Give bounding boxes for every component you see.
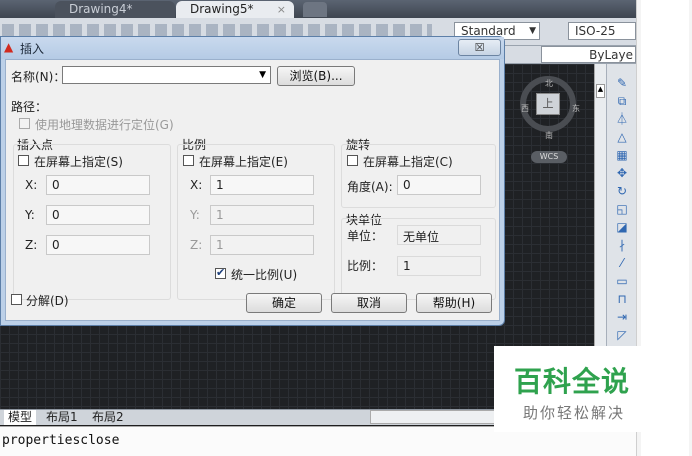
path-label: 路径：: [11, 100, 48, 114]
insertion-onscreen-label: 在屏幕上指定(S): [34, 155, 123, 169]
tab-label: Drawing5*: [190, 2, 254, 16]
trim-icon[interactable]: ∤: [615, 238, 629, 252]
uniform-scale-label: 统一比例(U): [231, 268, 298, 282]
unit-label: 单位：: [347, 229, 384, 243]
insertion-x-label: X:: [25, 178, 38, 192]
dialog-body: 名称(N)： ▼ 浏览(B)... 路径： 使用地理数据进行定位(G) 插入点 …: [5, 59, 500, 321]
scale-x-label: X:: [190, 178, 203, 192]
chamfer-icon[interactable]: ⇥: [615, 310, 629, 324]
autocad-logo-icon: ▲: [4, 40, 14, 54]
insertion-x-field[interactable]: 0: [46, 175, 150, 195]
document-tab-bar: Drawing4* Drawing5* ×: [0, 0, 636, 18]
tab-drawing5[interactable]: Drawing5* ×: [176, 1, 294, 18]
tab-label: Drawing4*: [69, 2, 133, 16]
join-icon[interactable]: ⊓: [615, 292, 629, 306]
insertion-y-field[interactable]: 0: [46, 205, 150, 225]
cancel-button[interactable]: 取消: [331, 293, 407, 313]
scroll-up-icon[interactable]: ▲: [596, 84, 605, 98]
angle-field[interactable]: 0: [397, 175, 481, 195]
scale-y-field[interactable]: 1: [210, 205, 314, 225]
watermark-title: 百科全说: [514, 365, 631, 398]
browse-button[interactable]: 浏览(B)...: [277, 66, 355, 86]
insert-dialog: ▲ 插入 ☒ 名称(N)： ▼ 浏览(B)... 路径： 使用地理数据进行定位(…: [0, 36, 505, 326]
rotate-icon[interactable]: ↻: [615, 184, 629, 198]
factor-label: 比例：: [347, 259, 384, 273]
chevron-down-icon: ▼: [529, 26, 536, 36]
unit-value: 无单位: [397, 225, 481, 245]
break-icon[interactable]: ▭: [615, 274, 629, 288]
properties-toolbar: ByLaye: [505, 46, 636, 64]
geo-label: 使用地理数据进行定位(G): [35, 118, 174, 132]
insertion-onscreen-checkbox[interactable]: [18, 155, 29, 166]
viewcube-north[interactable]: 北: [545, 78, 553, 89]
scale-onscreen-label: 在屏幕上指定(E): [199, 155, 288, 169]
help-button[interactable]: 帮助(H): [416, 293, 492, 313]
move-icon[interactable]: ✥: [615, 166, 629, 180]
dialog-title: 插入: [20, 42, 45, 56]
scale-x-field[interactable]: 1: [210, 175, 314, 195]
scale-onscreen-checkbox[interactable]: [183, 155, 194, 166]
name-label: 名称(N)：: [11, 70, 66, 84]
rotation-onscreen-checkbox[interactable]: [347, 155, 358, 166]
viewcube-face[interactable]: 上: [536, 93, 560, 115]
wcs-menu[interactable]: WCS: [531, 151, 567, 163]
copy-icon[interactable]: ⧉: [615, 94, 629, 108]
close-button[interactable]: ☒: [458, 39, 501, 56]
angle-label: 角度(A):: [347, 180, 393, 194]
geo-checkbox[interactable]: [19, 118, 30, 129]
viewcube-west[interactable]: 西: [521, 103, 529, 114]
explode-label: 分解(D): [26, 294, 69, 308]
watermark-subtitle: 助你轻松解决: [523, 404, 626, 422]
tab-layout1[interactable]: 布局1: [42, 410, 82, 425]
scale-z-label: Z:: [190, 238, 203, 252]
scale-icon[interactable]: ◱: [615, 202, 629, 216]
array-icon[interactable]: ▦: [615, 148, 629, 162]
viewcube-east[interactable]: 东: [572, 103, 580, 114]
new-tab-button[interactable]: [303, 2, 327, 17]
dim-style-dropdown[interactable]: ISO-25: [568, 22, 636, 40]
tab-drawing4[interactable]: Drawing4*: [55, 1, 175, 18]
chevron-down-icon[interactable]: ▼: [259, 70, 266, 80]
scale-y-label: Y:: [190, 208, 200, 222]
tab-close-icon[interactable]: ×: [277, 1, 286, 18]
insertion-z-label: Z:: [25, 238, 38, 252]
extend-icon[interactable]: ⁄: [615, 256, 629, 270]
erase-icon[interactable]: ✎: [615, 76, 629, 90]
insertion-z-field[interactable]: 0: [46, 235, 150, 255]
block-name-combo[interactable]: ▼: [62, 66, 271, 84]
fillet-icon[interactable]: ◸: [615, 328, 629, 342]
mirror-icon[interactable]: ⏃: [615, 112, 629, 126]
linetype-dropdown[interactable]: ByLaye: [541, 46, 636, 63]
tab-layout2[interactable]: 布局2: [88, 410, 128, 425]
watermark-logo: 百科全说 助你轻松解决: [494, 346, 668, 432]
uniform-scale-checkbox[interactable]: [215, 266, 226, 279]
ok-button[interactable]: 确定: [246, 293, 322, 313]
scale-z-field[interactable]: 1: [210, 235, 314, 255]
rotation-onscreen-label: 在屏幕上指定(C): [363, 155, 453, 169]
explode-checkbox[interactable]: [11, 294, 22, 305]
stretch-icon[interactable]: ◪: [615, 220, 629, 234]
tab-model[interactable]: 模型: [4, 410, 37, 425]
factor-value: 1: [397, 256, 481, 276]
dialog-titlebar[interactable]: ▲ 插入 ☒: [1, 37, 504, 59]
horizontal-scrollbar[interactable]: [370, 410, 500, 424]
close-icon: ☒: [474, 41, 485, 54]
insertion-y-label: Y:: [25, 208, 35, 222]
offset-icon[interactable]: △: [615, 130, 629, 144]
viewcube-south[interactable]: 南: [545, 130, 553, 141]
